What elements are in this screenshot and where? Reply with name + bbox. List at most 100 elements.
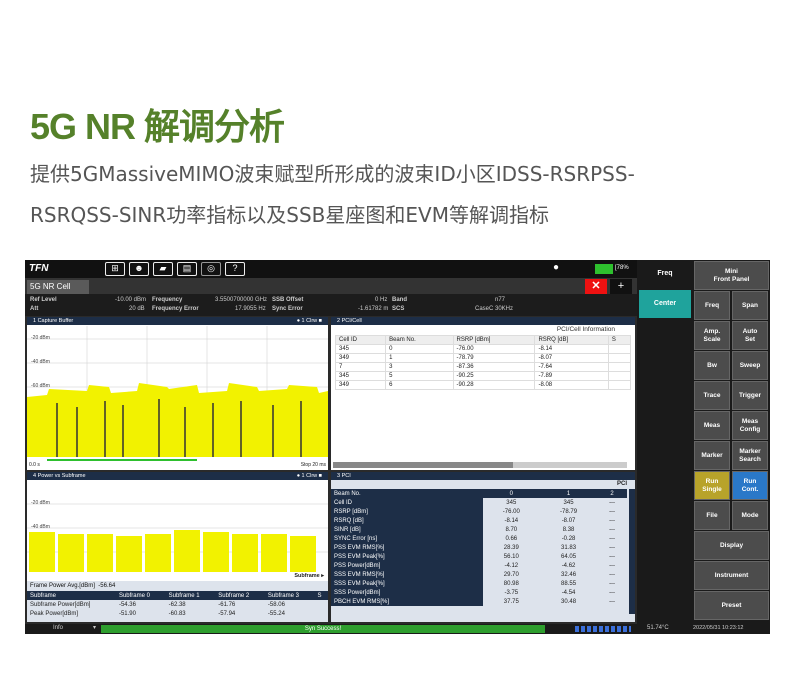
user-icon[interactable]: ☻ (129, 262, 149, 276)
cell: Subframe 1 (168, 592, 200, 599)
pci-cell-caption: PCI/Cell Information (556, 326, 615, 333)
pci-title: 3 PCI (337, 473, 351, 479)
cell: -54.36 (118, 601, 136, 608)
cell: PBCH EVM RMS[%] (331, 597, 483, 606)
cell: SSS EVM RMS[%] (331, 570, 483, 579)
table-row[interactable]: 345 5 -90.25 -7.89 (334, 371, 632, 381)
table-row[interactable]: Subframe Power[dBm] -54.36 -62.38 -61.76 -58… (27, 600, 328, 609)
table-row[interactable]: PSS EVM RMS[%] 28.39 31.83 --- (331, 543, 627, 552)
table-row[interactable]: 349 1 -78.79 -8.07 (334, 353, 632, 363)
cell: -61.76 (218, 601, 236, 608)
frame-power-value: -56.64 (98, 583, 116, 589)
col-cell-id: Cell ID (334, 335, 387, 345)
horizontal-scrollbar[interactable] (333, 462, 627, 468)
measurement-info: Ref Level -10.00 dBm Frequency 3.5500700… (25, 294, 637, 316)
add-button[interactable]: + (610, 279, 632, 294)
auto-set-button[interactable]: Auto Set (732, 321, 768, 350)
folder-icon[interactable]: ▰ (153, 262, 173, 276)
table-row[interactable]: Cell ID 345 345 --- (331, 498, 627, 507)
cell: 32.46 (561, 571, 577, 578)
trigger-button[interactable]: Trigger (732, 381, 768, 410)
tab-5g-nr-cell[interactable]: 5G NR Cell (27, 280, 89, 294)
sweep-button[interactable]: Sweep (732, 351, 768, 380)
instrument-button[interactable]: Instrument (694, 561, 769, 590)
cell: -4.62 (561, 562, 576, 569)
camera-icon[interactable]: ◎ (201, 262, 221, 276)
stop-time: Stop 20 ms (300, 462, 326, 468)
col-beam-no: Beam No. (385, 335, 454, 345)
bw-button[interactable]: Bw (694, 351, 730, 380)
table-row[interactable]: SSS EVM RMS[%] 29.70 32.46 --- (331, 570, 627, 579)
table-row[interactable]: 7 3 -87.36 -7.64 (334, 362, 632, 372)
table-row[interactable]: SSS Power[dBm] -3.75 -4.54 --- (331, 588, 627, 597)
table-row[interactable]: SSS EVM Peak[%] 80.98 88.55 --- (331, 579, 627, 588)
cell: SSS Power[dBm] (331, 588, 483, 597)
dropdown-icon: ▾ (93, 625, 97, 631)
cell: 345 (334, 344, 387, 354)
meas-config-button[interactable]: Meas Config (732, 411, 768, 440)
sidebar-left: Freq Center (637, 260, 693, 624)
run-cont-button[interactable]: Run Cont. (732, 471, 768, 500)
cell: 349 (334, 380, 387, 390)
amp-scale-button[interactable]: Amp. Scale (694, 321, 730, 350)
file-button[interactable]: File (694, 501, 730, 530)
cell: 345 (563, 499, 574, 506)
freq-button[interactable]: Freq (694, 291, 730, 320)
frequency-error-label: Frequency Error (152, 306, 199, 312)
meas-button[interactable]: Meas (694, 411, 730, 440)
band-label: Band (392, 297, 407, 303)
center-button[interactable]: Center (639, 290, 691, 318)
preset-button[interactable]: Preset (694, 591, 769, 620)
span-button[interactable]: Span (732, 291, 768, 320)
table-row[interactable]: 345 0 -76.00 -8.14 (334, 344, 632, 354)
cell: -90.25 (452, 371, 536, 381)
power-subframe-title: 4 Power vs Subframe (33, 473, 86, 479)
close-button[interactable]: ✕ (585, 279, 607, 294)
power-vs-subframe-panel[interactable]: 4 Power vs Subframe ● 1 Clrw ■ -20 dBm -4… (27, 472, 328, 622)
pci-metrics-panel[interactable]: 3 PCI PCI Beam No. 0 1 2 Cell ID 345 345 --- R… (331, 472, 635, 622)
info-dropdown[interactable]: Info (53, 625, 63, 631)
scroll-thumb[interactable] (333, 462, 513, 468)
mini-front-panel-button[interactable]: Mini Front Panel (694, 261, 769, 290)
save-icon[interactable]: ▤ (177, 262, 197, 276)
table-row[interactable]: PBCH EVM RMS[%] 37.75 30.48 --- (331, 597, 627, 606)
vertical-scrollbar[interactable] (629, 489, 635, 614)
table-row[interactable]: Peak Power[dBm] -51.90 -60.83 -57.94 -55.24 (27, 609, 328, 618)
table-row[interactable]: SINR [dB] 8.70 8.38 --- (331, 525, 627, 534)
table-row[interactable]: PSS EVM Peak[%] 56.10 64.05 --- (331, 552, 627, 561)
table-row[interactable]: 349 6 -90.28 -8.08 (334, 380, 632, 390)
cell: -4.12 (504, 562, 519, 569)
brand-logo: TFN (29, 263, 49, 274)
capture-buffer-panel[interactable]: 1 Capture Buffer ● 1 Clrw ■ -20 dBm -40 d… (27, 317, 328, 470)
mode-button[interactable]: Mode (732, 501, 768, 530)
col-beam-2: 2 (610, 490, 614, 497)
cell: -78.79 (560, 508, 578, 515)
cell: 345 (506, 499, 517, 506)
table-row[interactable]: RSRP [dBm] -76.00 -78.79 --- (331, 507, 627, 516)
description-line-1: 提供5GMassiveMIMO波束赋型所形成的波束ID小区IDSS-RSRPSS… (30, 162, 635, 186)
trace-button[interactable]: Trace (694, 381, 730, 410)
cell: --- (609, 526, 616, 533)
sync-error-value: -1.61782 m (358, 306, 389, 312)
cell: 3 (385, 362, 454, 372)
help-icon[interactable]: ? (225, 262, 245, 276)
cell: -76.00 (502, 508, 520, 515)
cell: -60.83 (168, 610, 186, 617)
cell: -4.54 (561, 589, 576, 596)
cell: --- (609, 499, 616, 506)
marker-button[interactable]: Marker (694, 441, 730, 470)
run-single-button[interactable]: Run Single (694, 471, 730, 500)
subframe-table: Subframe Subframe 0 Subframe 1 Subframe 2 Su… (27, 591, 328, 618)
location-icon: ● (553, 262, 560, 273)
table-row[interactable]: SYNC Error [ns] 0.66 -0.28 --- (331, 534, 627, 543)
power-subframe-trace-info: ● 1 Clrw ■ (296, 473, 322, 479)
ssb-offset-value: 0 Hz (375, 297, 388, 303)
display-button[interactable]: Display (694, 531, 769, 560)
marker-search-button[interactable]: Marker Search (732, 441, 768, 470)
cell: 64.05 (561, 553, 577, 560)
pci-cell-panel[interactable]: 2 PCI/Cell PCI/Cell Information Cell ID … (331, 317, 635, 470)
ssb-offset-label: SSB Offset (272, 297, 304, 303)
table-row[interactable]: PSS Power[dBm] -4.12 -4.62 --- (331, 561, 627, 570)
windows-icon[interactable]: ⊞ (105, 262, 125, 276)
table-row[interactable]: RSRQ [dB] -8.14 -8.07 --- (331, 516, 627, 525)
